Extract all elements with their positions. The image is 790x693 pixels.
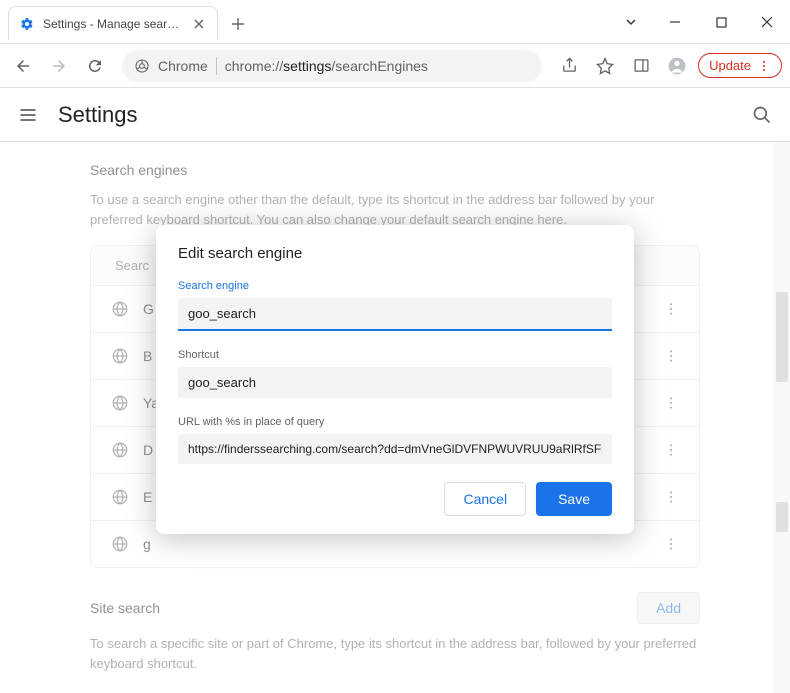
shortcut-label: Shortcut <box>178 349 612 361</box>
menu-icon[interactable] <box>18 105 38 125</box>
edit-search-engine-dialog: Edit search engine Search engine Shortcu… <box>156 225 634 534</box>
profile-icon[interactable] <box>662 51 692 81</box>
url-label: URL with %s in place of query <box>178 416 612 428</box>
save-button[interactable]: Save <box>536 482 612 516</box>
page-title: Settings <box>58 102 138 128</box>
new-tab-button[interactable] <box>224 10 252 38</box>
kebab-icon <box>757 59 771 73</box>
address-bar[interactable]: Chrome chrome://settings/searchEngines <box>122 50 542 82</box>
dialog-title: Edit search engine <box>178 245 612 262</box>
search-engine-label: Search engine <box>178 280 612 292</box>
search-engine-input[interactable] <box>178 298 612 331</box>
window-controls <box>614 0 790 44</box>
url-input[interactable] <box>178 434 612 464</box>
browser-tab[interactable]: Settings - Manage search engine <box>8 6 218 40</box>
minimize-button[interactable] <box>652 5 698 39</box>
share-icon[interactable] <box>554 51 584 81</box>
update-button[interactable]: Update <box>698 53 782 78</box>
forward-button[interactable] <box>44 51 74 81</box>
omnibox-chip: Chrome <box>158 58 208 74</box>
close-tab-icon[interactable] <box>191 16 207 32</box>
bookmark-icon[interactable] <box>590 51 620 81</box>
back-button[interactable] <box>8 51 38 81</box>
reload-button[interactable] <box>80 51 110 81</box>
window-titlebar: Settings - Manage search engine <box>0 0 790 44</box>
close-window-button[interactable] <box>744 5 790 39</box>
chrome-icon <box>134 58 150 74</box>
browser-toolbar: Chrome chrome://settings/searchEngines U… <box>0 44 790 88</box>
cancel-button[interactable]: Cancel <box>444 482 526 516</box>
gear-icon <box>19 16 35 32</box>
omnibox-url: chrome://settings/searchEngines <box>225 58 428 74</box>
omnibox-separator <box>216 57 217 75</box>
chevron-down-icon[interactable] <box>614 5 648 39</box>
tab-title: Settings - Manage search engine <box>43 17 183 31</box>
shortcut-input[interactable] <box>178 367 612 398</box>
maximize-button[interactable] <box>698 5 744 39</box>
search-icon[interactable] <box>752 105 772 125</box>
side-panel-icon[interactable] <box>626 51 656 81</box>
settings-header: Settings <box>0 88 790 142</box>
